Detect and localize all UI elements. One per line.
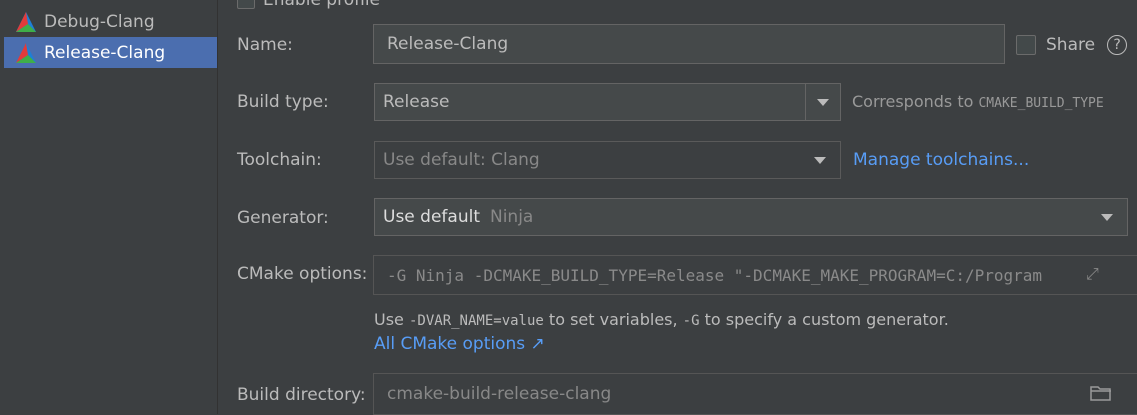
- hint-code: -DVAR_NAME=value: [408, 313, 544, 329]
- chevron-down-icon: [814, 157, 826, 164]
- hint-code: CMAKE_BUILD_TYPE: [978, 96, 1104, 111]
- enable-profile-checkbox[interactable]: Enable profile: [237, 0, 381, 10]
- hint-code: -G: [682, 313, 700, 329]
- build-type-value: Release: [383, 92, 450, 112]
- name-value: Release-Clang: [387, 34, 509, 54]
- generator-value-secondary: Ninja: [489, 207, 534, 227]
- cmake-options-label: CMake options:: [237, 264, 368, 284]
- manage-toolchains-link[interactable]: Manage toolchains...: [853, 150, 1029, 170]
- generator-value: Use default: [383, 207, 480, 227]
- build-directory-input[interactable]: cmake-build-release-clang: [373, 373, 1137, 415]
- cmake-options-input[interactable]: -G Ninja -DCMAKE_BUILD_TYPE=Release "-DC…: [373, 255, 1137, 295]
- checkbox-icon: [1016, 35, 1036, 55]
- profile-label: Release-Clang: [44, 42, 166, 63]
- enable-profile-label: Enable profile: [263, 0, 381, 10]
- dropdown-arrow-button[interactable]: [805, 84, 840, 120]
- help-icon[interactable]: ?: [1107, 35, 1128, 55]
- folder-icon[interactable]: [1090, 384, 1112, 407]
- hint-text: to set variables,: [543, 310, 683, 329]
- profile-item-release-clang[interactable]: Release-Clang: [4, 37, 217, 68]
- build-type-combo[interactable]: Release: [374, 83, 841, 121]
- toolchain-combo[interactable]: Use default: Clang: [374, 141, 841, 179]
- cmake-triangle-icon: [15, 10, 39, 34]
- chevron-down-icon: [1101, 214, 1113, 221]
- generator-combo[interactable]: Use default Ninja: [374, 198, 1128, 236]
- cmake-triangle-icon: [15, 41, 39, 65]
- toolchain-value: Use default: Clang: [383, 150, 540, 170]
- hint-text: Corresponds to: [852, 92, 979, 111]
- generator-label: Generator:: [237, 208, 329, 228]
- build-directory-label: Build directory:: [237, 385, 366, 405]
- build-type-label: Build type:: [237, 92, 329, 112]
- expand-icon[interactable]: ⤢: [1086, 264, 1099, 284]
- chevron-down-icon: [817, 98, 829, 106]
- profiles-sidebar: Debug-Clang Release-Clang: [0, 0, 218, 414]
- share-label: Share: [1046, 35, 1096, 55]
- toolchain-label: Toolchain:: [237, 150, 322, 170]
- all-cmake-options-link[interactable]: All CMake options ↗: [374, 334, 545, 354]
- build-type-hint: Corresponds to CMAKE_BUILD_TYPE: [852, 92, 1104, 111]
- cmake-options-value: -G Ninja -DCMAKE_BUILD_TYPE=Release "-DC…: [387, 265, 1043, 285]
- hint-text: to specify a custom generator.: [699, 310, 949, 329]
- share-checkbox[interactable]: Share ?: [1016, 35, 1128, 55]
- profile-label: Debug-Clang: [44, 11, 155, 32]
- cmake-options-hint: Use -DVAR_NAME=value to set variables, -…: [374, 310, 949, 329]
- profile-item-debug-clang[interactable]: Debug-Clang: [4, 6, 217, 37]
- name-label: Name:: [237, 35, 293, 55]
- profile-settings-panel: Enable profile Name: Release-Clang Share…: [218, 0, 1137, 415]
- checkbox-icon: [237, 0, 255, 9]
- name-input[interactable]: Release-Clang: [373, 24, 1005, 64]
- build-directory-value: cmake-build-release-clang: [387, 384, 612, 404]
- hint-text: Use: [374, 310, 409, 329]
